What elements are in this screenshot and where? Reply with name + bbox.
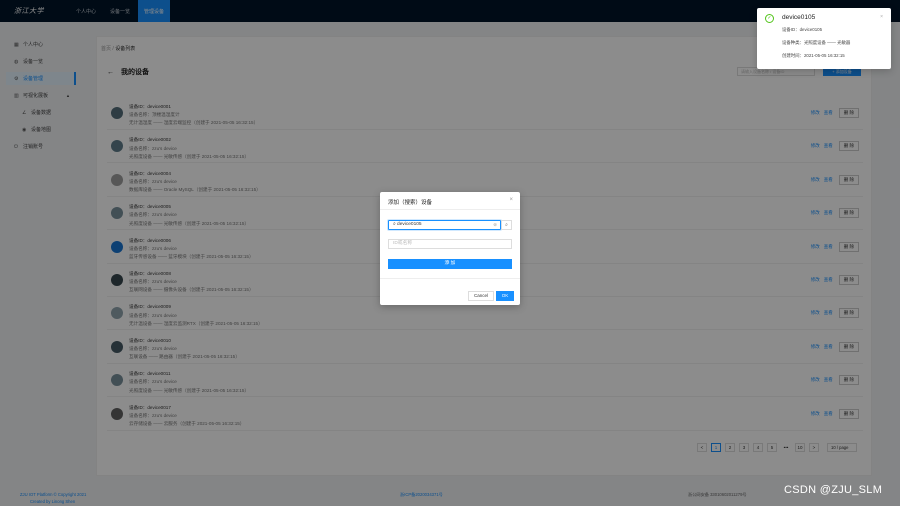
modal-title: 添加（搜索）设备 bbox=[388, 200, 433, 206]
notification-created-time: 创建时间：2021-05-05 16:32:15 bbox=[782, 53, 845, 58]
notification-device-type: 设备种类：光照度设备 —— 光敏器 bbox=[782, 40, 851, 45]
check-circle-icon: ✓ bbox=[765, 14, 774, 23]
cancel-button[interactable]: Cancel bbox=[468, 291, 494, 301]
close-icon[interactable]: × bbox=[880, 14, 883, 20]
divider bbox=[380, 209, 520, 210]
notification-device-id: 设备ID：device0105 bbox=[782, 27, 823, 32]
clear-icon[interactable]: ⊗ bbox=[493, 221, 497, 229]
add-device-modal: 添加（搜索）设备 × ⌕ device0105 ⊗ ⌕ ID或名称 添 加 Ca… bbox=[380, 192, 520, 305]
modal-search-button[interactable]: ⌕ bbox=[501, 220, 512, 230]
ok-button[interactable]: OK bbox=[496, 291, 514, 301]
watermark: CSDN @ZJU_SLM bbox=[784, 484, 883, 496]
notification-title: device0105 bbox=[782, 14, 816, 21]
close-icon[interactable]: × bbox=[509, 197, 513, 203]
modal-search-value: device0105 bbox=[397, 222, 422, 227]
divider bbox=[380, 278, 520, 279]
modal-id-input[interactable]: ID或名称 bbox=[388, 239, 512, 249]
success-notification: ✓ device0105 × 设备ID：device0105 设备种类：光照度设… bbox=[757, 8, 891, 69]
modal-search-input[interactable]: ⌕ device0105 ⊗ bbox=[388, 220, 501, 230]
search-icon: ⌕ bbox=[505, 222, 508, 228]
modal-add-button[interactable]: 添 加 bbox=[388, 259, 512, 269]
